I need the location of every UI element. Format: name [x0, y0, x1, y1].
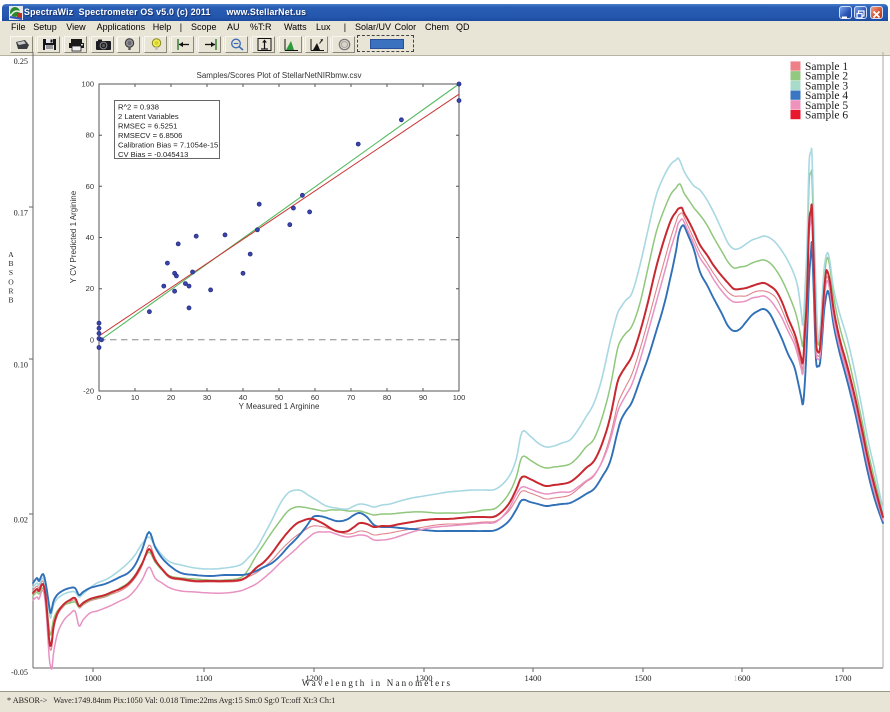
svg-text:Calibration Bias = 7.1054e-15: Calibration Bias = 7.1054e-15 — [118, 140, 218, 149]
svg-text:1600: 1600 — [734, 673, 751, 683]
svg-text:Samples/Scores Plot of Stellar: Samples/Scores Plot of StellarNetNIRbmw.… — [197, 71, 362, 80]
svg-text:1400: 1400 — [525, 673, 542, 683]
svg-text:40: 40 — [86, 233, 94, 242]
svg-text:RMSEC = 6.5251: RMSEC = 6.5251 — [118, 121, 177, 130]
svg-text:0: 0 — [97, 393, 101, 402]
svg-text:30: 30 — [203, 393, 211, 402]
svg-text:0.02: 0.02 — [14, 516, 28, 525]
svg-text:RMSECV = 6.8506: RMSECV = 6.8506 — [118, 131, 182, 140]
svg-text:1000: 1000 — [85, 673, 102, 683]
svg-text:60: 60 — [311, 393, 319, 402]
svg-text:O: O — [8, 277, 14, 286]
svg-text:80: 80 — [383, 393, 391, 402]
svg-text:1500: 1500 — [635, 673, 652, 683]
svg-text:50: 50 — [275, 393, 283, 402]
svg-text:100: 100 — [453, 393, 466, 402]
svg-text:0.10: 0.10 — [14, 361, 28, 370]
svg-text:B: B — [8, 259, 13, 268]
svg-text:R^2 = 0.938: R^2 = 0.938 — [118, 103, 159, 112]
svg-text:0: 0 — [90, 335, 94, 344]
svg-text:10: 10 — [131, 393, 139, 402]
svg-text:60: 60 — [86, 182, 94, 191]
svg-text:1100: 1100 — [196, 673, 213, 683]
svg-text:90: 90 — [419, 393, 427, 402]
svg-text:CV Bias = -0.045413: CV Bias = -0.045413 — [118, 150, 188, 159]
svg-text:A: A — [8, 250, 14, 259]
svg-text:S: S — [9, 268, 13, 277]
svg-text:-0.05: -0.05 — [11, 668, 28, 677]
svg-text:0.25: 0.25 — [14, 57, 28, 66]
svg-text:-20: -20 — [83, 387, 94, 396]
svg-text:Sample 6: Sample 6 — [805, 110, 848, 122]
svg-text:Y Measured 1 Arginine: Y Measured 1 Arginine — [239, 402, 320, 411]
svg-text:1700: 1700 — [835, 673, 852, 683]
svg-text:Y CV Predicted 1 Arginine: Y CV Predicted 1 Arginine — [69, 190, 78, 283]
svg-text:70: 70 — [347, 393, 355, 402]
svg-text:40: 40 — [239, 393, 247, 402]
svg-text:20: 20 — [167, 393, 175, 402]
svg-text:20: 20 — [86, 284, 94, 293]
svg-text:Wavelength in Nanometers: Wavelength in Nanometers — [302, 678, 453, 688]
svg-text:2 Latent Variables: 2 Latent Variables — [118, 112, 179, 121]
svg-text:B: B — [8, 296, 13, 305]
svg-text:0.17: 0.17 — [14, 209, 28, 218]
svg-text:R: R — [8, 286, 13, 295]
svg-text:80: 80 — [86, 131, 94, 140]
svg-text:100: 100 — [81, 80, 94, 89]
